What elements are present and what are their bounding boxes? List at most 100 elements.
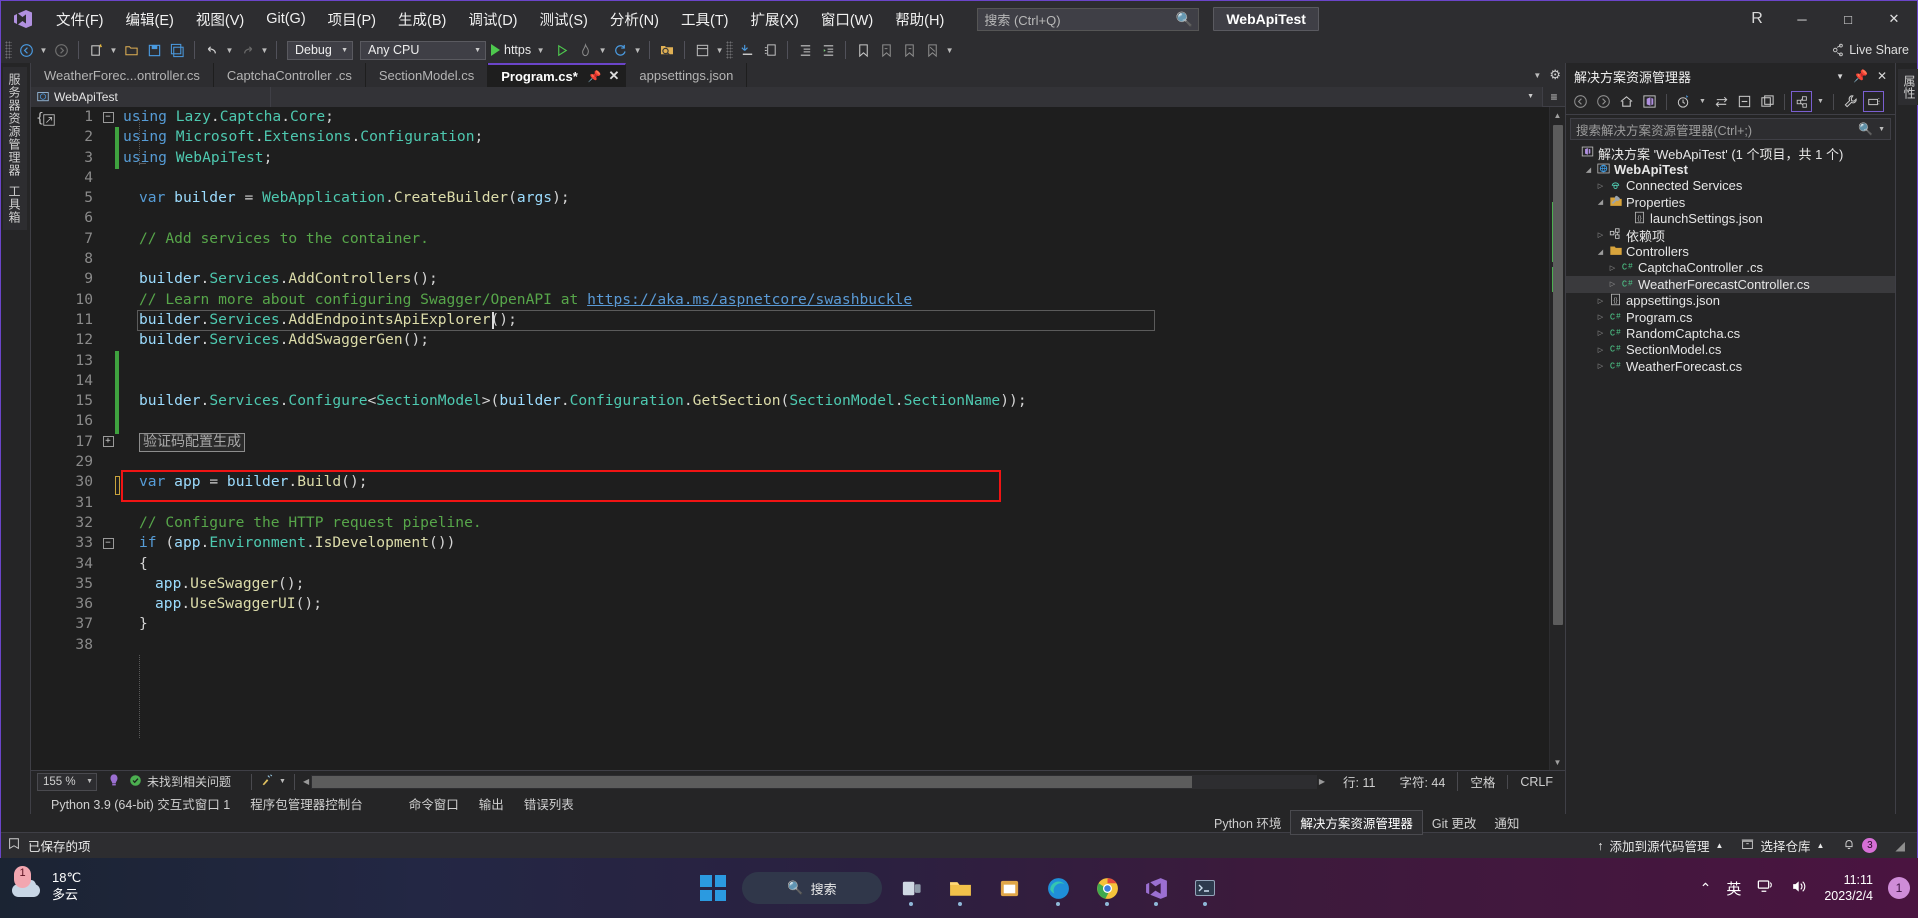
outlining-cell[interactable] <box>101 148 115 168</box>
outlining-cell[interactable]: + <box>101 432 115 452</box>
save-all-icon[interactable] <box>166 39 188 61</box>
menu-item-window[interactable]: 窗口(W) <box>810 4 884 35</box>
code-line[interactable]: // Add services to the container. <box>115 229 1549 249</box>
solution-platform-select[interactable]: Any CPU ▼ <box>360 40 486 60</box>
task-view-button[interactable] <box>891 868 931 908</box>
tree-expander-icon[interactable]: ◢ <box>1594 198 1607 206</box>
outlining-cell[interactable] <box>101 330 115 350</box>
outlining-cell[interactable] <box>101 472 115 492</box>
footer-tab-notifications[interactable]: 通知 <box>1485 811 1528 834</box>
ime-indicator[interactable]: 英 <box>1726 878 1741 899</box>
code-line[interactable]: if (app.Environment.IsDevelopment()) <box>115 533 1549 553</box>
split-editor-button[interactable]: ≡ <box>1543 90 1565 104</box>
navigate-backward-icon[interactable] <box>15 39 37 61</box>
terminal-button[interactable] <box>1185 868 1225 908</box>
footer-tab-solution-explorer[interactable]: 解决方案资源管理器 <box>1290 809 1423 835</box>
tree-row-solution[interactable]: 解决方案 'WebApiTest' (1 个项目，共 1 个) <box>1566 145 1895 162</box>
start-without-debugging-icon[interactable] <box>551 39 573 61</box>
tree-expander-icon[interactable]: ▷ <box>1594 297 1607 305</box>
tree-row[interactable]: ▷ C # CaptchaController .cs <box>1566 260 1895 276</box>
scroll-down-icon[interactable]: ▼ <box>1550 754 1565 770</box>
copilot-glyph-icon[interactable] <box>42 113 56 127</box>
outlining-cell[interactable] <box>101 452 115 472</box>
network-icon[interactable] <box>1756 877 1775 899</box>
notification-center-badge[interactable]: 1 <box>1888 877 1910 899</box>
code-line[interactable]: using Microsoft.Extensions.Configuration… <box>115 127 1549 147</box>
code-line[interactable] <box>115 168 1549 188</box>
code-line[interactable] <box>115 351 1549 371</box>
minimize-button[interactable]: ─ <box>1779 1 1825 37</box>
gear-icon[interactable]: ⚙ <box>1549 67 1561 83</box>
search-options-dropdown-icon[interactable]: ▼ <box>1878 126 1885 133</box>
previous-bookmark-icon[interactable] <box>875 39 897 61</box>
code-line[interactable] <box>115 493 1549 513</box>
code-line[interactable]: using WebApiTest; <box>115 148 1549 168</box>
outlining-cell[interactable] <box>101 411 115 431</box>
menu-item-file[interactable]: 文件(F) <box>45 4 115 35</box>
pin-panel-icon[interactable]: 📌 <box>1853 69 1868 83</box>
fold-expand-icon[interactable]: + <box>102 436 114 448</box>
toolbar-grip[interactable] <box>5 41 12 59</box>
footer-tab-git-changes[interactable]: Git 更改 <box>1423 811 1485 834</box>
add-to-source-control-button[interactable]: ↑ 添加到源代码管理 ▲ <box>1597 836 1723 855</box>
solution-explorer-search-input[interactable]: 搜索解决方案资源管理器(Ctrl+;) 🔍 ▼ <box>1570 118 1891 140</box>
tree-expander-icon[interactable]: ▷ <box>1594 362 1607 370</box>
menu-item-tools[interactable]: 工具(T) <box>670 4 740 35</box>
tree-row[interactable]: {} launchSettings.json <box>1566 211 1895 227</box>
menu-item-edit[interactable]: 编辑(E) <box>115 4 185 35</box>
show-all-files-icon[interactable] <box>1757 91 1778 112</box>
new-project-icon[interactable] <box>85 39 107 61</box>
outlining-cell[interactable] <box>101 351 115 371</box>
undo-icon[interactable] <box>201 39 223 61</box>
code-editor[interactable]: { 1 2 3 4 5 6 7 8 9 10 11 12 13 14 15 16 17 29 30 31 32 33 34 3… <box>31 107 1565 770</box>
hot-reload-dropdown-icon[interactable]: ▼ <box>597 46 608 55</box>
code-line[interactable]: 验证码配置生成 <box>115 432 1549 452</box>
code-line[interactable]: app.UseSwagger(); <box>115 574 1549 594</box>
code-line[interactable] <box>115 371 1549 391</box>
tab-program[interactable]: Program.cs* 📌 ✕ <box>488 63 627 87</box>
outlining-cell[interactable] <box>101 614 115 634</box>
undo-dropdown-icon[interactable]: ▼ <box>224 46 235 55</box>
hscrollbar-thumb[interactable] <box>312 775 1193 788</box>
menu-item-test[interactable]: 测试(S) <box>529 4 599 35</box>
search-solution-icon[interactable] <box>656 39 678 61</box>
pin-icon[interactable]: 📌 <box>588 70 602 83</box>
tree-expander-icon[interactable]: ▷ <box>1606 280 1619 288</box>
navbar-member-select[interactable]: ▼ <box>271 86 1543 107</box>
notifications-button[interactable]: 3 <box>1842 837 1878 854</box>
code-cleanup-dropdown-icon[interactable]: ▼ <box>279 778 286 785</box>
redo-icon[interactable] <box>236 39 258 61</box>
code-surface[interactable]: { 1 2 3 4 5 6 7 8 9 10 11 12 13 14 15 16 17 29 30 31 32 33 34 3… <box>31 107 1549 770</box>
code-line[interactable]: builder.Services.Configure<SectionModel>… <box>115 391 1549 411</box>
close-panel-icon[interactable]: ✕ <box>1877 69 1887 83</box>
decrease-indent-icon[interactable] <box>817 39 839 61</box>
tree-row[interactable]: ◢ Properties <box>1566 194 1895 210</box>
outlining-cell[interactable] <box>101 310 115 330</box>
volume-icon[interactable] <box>1790 877 1809 899</box>
code-line[interactable]: } <box>115 614 1549 634</box>
tree-row[interactable]: ◢ Controllers <box>1566 243 1895 259</box>
properties-tab[interactable]: 属性 <box>1898 69 1918 105</box>
new-project-dropdown-icon[interactable]: ▼ <box>108 46 119 55</box>
close-button[interactable]: ✕ <box>1871 1 1917 37</box>
menu-item-debug[interactable]: 调试(D) <box>457 4 528 35</box>
fold-toggle-if-icon[interactable]: − <box>102 537 114 549</box>
panel-tab-output[interactable]: 输出 <box>469 792 514 815</box>
outlining-cell[interactable] <box>101 127 115 147</box>
clear-bookmarks-icon[interactable] <box>921 39 943 61</box>
menu-item-extensions[interactable]: 扩展(X) <box>740 4 810 35</box>
tab-captchacontroller[interactable]: CaptchaController .cs <box>213 63 366 87</box>
redo-dropdown-icon[interactable]: ▼ <box>259 46 270 55</box>
outlining-margin[interactable]: − + − <box>101 107 115 770</box>
store-button[interactable] <box>989 868 1029 908</box>
outlining-cell[interactable] <box>101 269 115 289</box>
panel-tab-error-list[interactable]: 错误列表 <box>514 792 584 815</box>
live-share-button[interactable]: Live Share <box>1830 43 1909 57</box>
file-explorer-button[interactable] <box>940 868 980 908</box>
maximize-button[interactable]: □ <box>1825 1 1871 37</box>
outlining-cell[interactable]: − <box>101 533 115 553</box>
menu-item-git[interactable]: Git(G) <box>255 6 316 32</box>
tree-row[interactable]: ▷ Connected Services <box>1566 178 1895 194</box>
taskbar-weather-widget[interactable]: 1 18℃ 多云 <box>10 866 81 906</box>
navigate-forward-icon[interactable] <box>50 39 72 61</box>
